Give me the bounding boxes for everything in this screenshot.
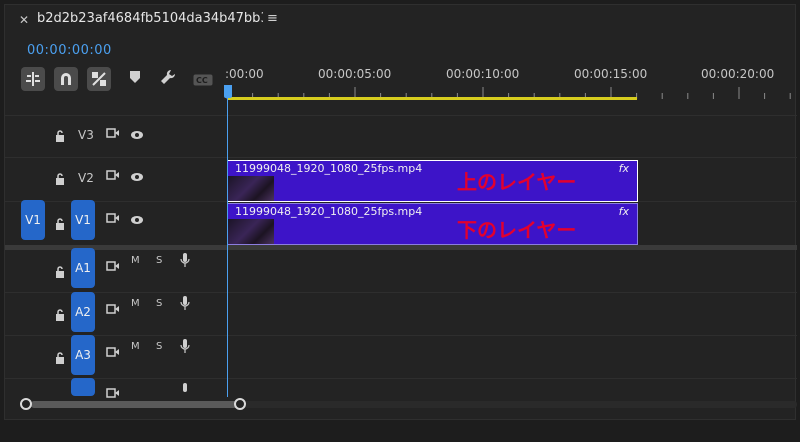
- track-divider: [5, 335, 797, 336]
- annotation-bottom-layer: 下のレイヤー: [457, 218, 577, 242]
- source-patch-v1[interactable]: V1: [21, 200, 45, 240]
- microphone-icon[interactable]: [180, 381, 190, 400]
- solo-button[interactable]: S: [156, 298, 162, 309]
- sync-lock-icon[interactable]: [106, 123, 120, 142]
- sync-lock-icon[interactable]: [106, 299, 120, 318]
- mute-button[interactable]: M: [131, 298, 140, 309]
- track-divider: [5, 292, 797, 293]
- sequence-tab-title[interactable]: b2d2b23af4684fb5104da34b47bb37e: [37, 11, 263, 26]
- insert-sequence-button[interactable]: [21, 67, 45, 91]
- track-lock-icon[interactable]: [55, 215, 65, 230]
- timeline-frame: ✕ b2d2b23af4684fb5104da34b47bb37e ≡ 00:0…: [4, 4, 797, 420]
- ruler-label: 00:00:20:00: [701, 67, 775, 81]
- track-divider: [5, 378, 797, 379]
- fx-badge[interactable]: fx: [619, 205, 629, 218]
- cc-icon[interactable]: CC: [193, 71, 213, 90]
- sync-lock-icon[interactable]: [106, 208, 120, 227]
- track-lock-icon[interactable]: [55, 170, 65, 185]
- linked-selection-button[interactable]: [87, 67, 111, 91]
- microphone-icon[interactable]: [180, 295, 190, 315]
- fx-badge[interactable]: fx: [619, 162, 629, 175]
- sync-lock-icon[interactable]: [106, 165, 120, 184]
- horizontal-scrollbar-thumb[interactable]: [31, 401, 245, 408]
- hamburger-menu-icon[interactable]: ≡: [267, 11, 278, 26]
- mute-button[interactable]: M: [131, 255, 140, 266]
- clip-name: 11999048_1920_1080_25fps.mp4: [235, 162, 423, 175]
- track-divider: [5, 157, 797, 158]
- track-lock-icon[interactable]: [55, 127, 65, 142]
- insert-sequence-icon: [26, 72, 40, 86]
- eye-icon[interactable]: [130, 125, 144, 144]
- track-divider: [5, 115, 797, 116]
- zoom-handle-left[interactable]: [20, 398, 32, 410]
- snap-magnet-icon: [61, 73, 71, 85]
- snap-button[interactable]: [54, 67, 78, 91]
- ruler-label: 00:00:15:00: [574, 67, 648, 81]
- track-name-v3[interactable]: V3: [78, 128, 94, 142]
- add-marker-icon[interactable]: [129, 69, 141, 88]
- track-target-a3[interactable]: A3: [71, 335, 95, 375]
- track-target-partial[interactable]: [71, 378, 95, 396]
- linked-selection-icon: [92, 72, 106, 86]
- track-lock-icon[interactable]: [55, 306, 65, 321]
- playhead-line[interactable]: [227, 91, 228, 397]
- annotation-top-layer: 上のレイヤー: [457, 170, 577, 194]
- solo-button[interactable]: S: [156, 341, 162, 352]
- wrench-icon[interactable]: [160, 69, 176, 89]
- eye-icon[interactable]: [130, 210, 144, 229]
- ruler-label: :00:00: [225, 67, 264, 81]
- ruler-label: 00:00:10:00: [446, 67, 520, 81]
- track-target-a1[interactable]: A1: [71, 248, 95, 288]
- sync-lock-icon[interactable]: [106, 342, 120, 361]
- clip-thumbnail: [228, 176, 274, 201]
- video-audio-divider[interactable]: [5, 245, 797, 250]
- mute-button[interactable]: M: [131, 341, 140, 352]
- sync-lock-icon[interactable]: [106, 256, 120, 275]
- panel-tab-bar: ✕ b2d2b23af4684fb5104da34b47bb37e ≡: [5, 5, 797, 35]
- solo-button[interactable]: S: [156, 255, 162, 266]
- microphone-icon[interactable]: [180, 252, 190, 272]
- close-icon[interactable]: ✕: [19, 13, 29, 27]
- ruler-label: 00:00:05:00: [318, 67, 392, 81]
- microphone-icon[interactable]: [180, 338, 190, 358]
- sync-lock-icon[interactable]: [106, 383, 120, 402]
- work-area-bar[interactable]: [227, 97, 637, 100]
- timeline-panel: ✕ b2d2b23af4684fb5104da34b47bb37e ≡ 00:0…: [0, 0, 800, 442]
- track-lock-icon[interactable]: [55, 263, 65, 278]
- clip-name: 11999048_1920_1080_25fps.mp4: [235, 205, 423, 218]
- track-name-v2[interactable]: V2: [78, 171, 94, 185]
- track-lock-icon[interactable]: [55, 349, 65, 364]
- track-target-a2[interactable]: A2: [71, 292, 95, 332]
- eye-icon[interactable]: [130, 167, 144, 186]
- playhead-handle[interactable]: [224, 85, 232, 98]
- clip-thumbnail: [228, 219, 274, 244]
- svg-text:CC: CC: [196, 76, 208, 85]
- track-target-v1[interactable]: V1: [71, 200, 95, 240]
- zoom-handle-right[interactable]: [234, 398, 246, 410]
- playhead-timecode[interactable]: 00:00:00:00: [27, 43, 112, 58]
